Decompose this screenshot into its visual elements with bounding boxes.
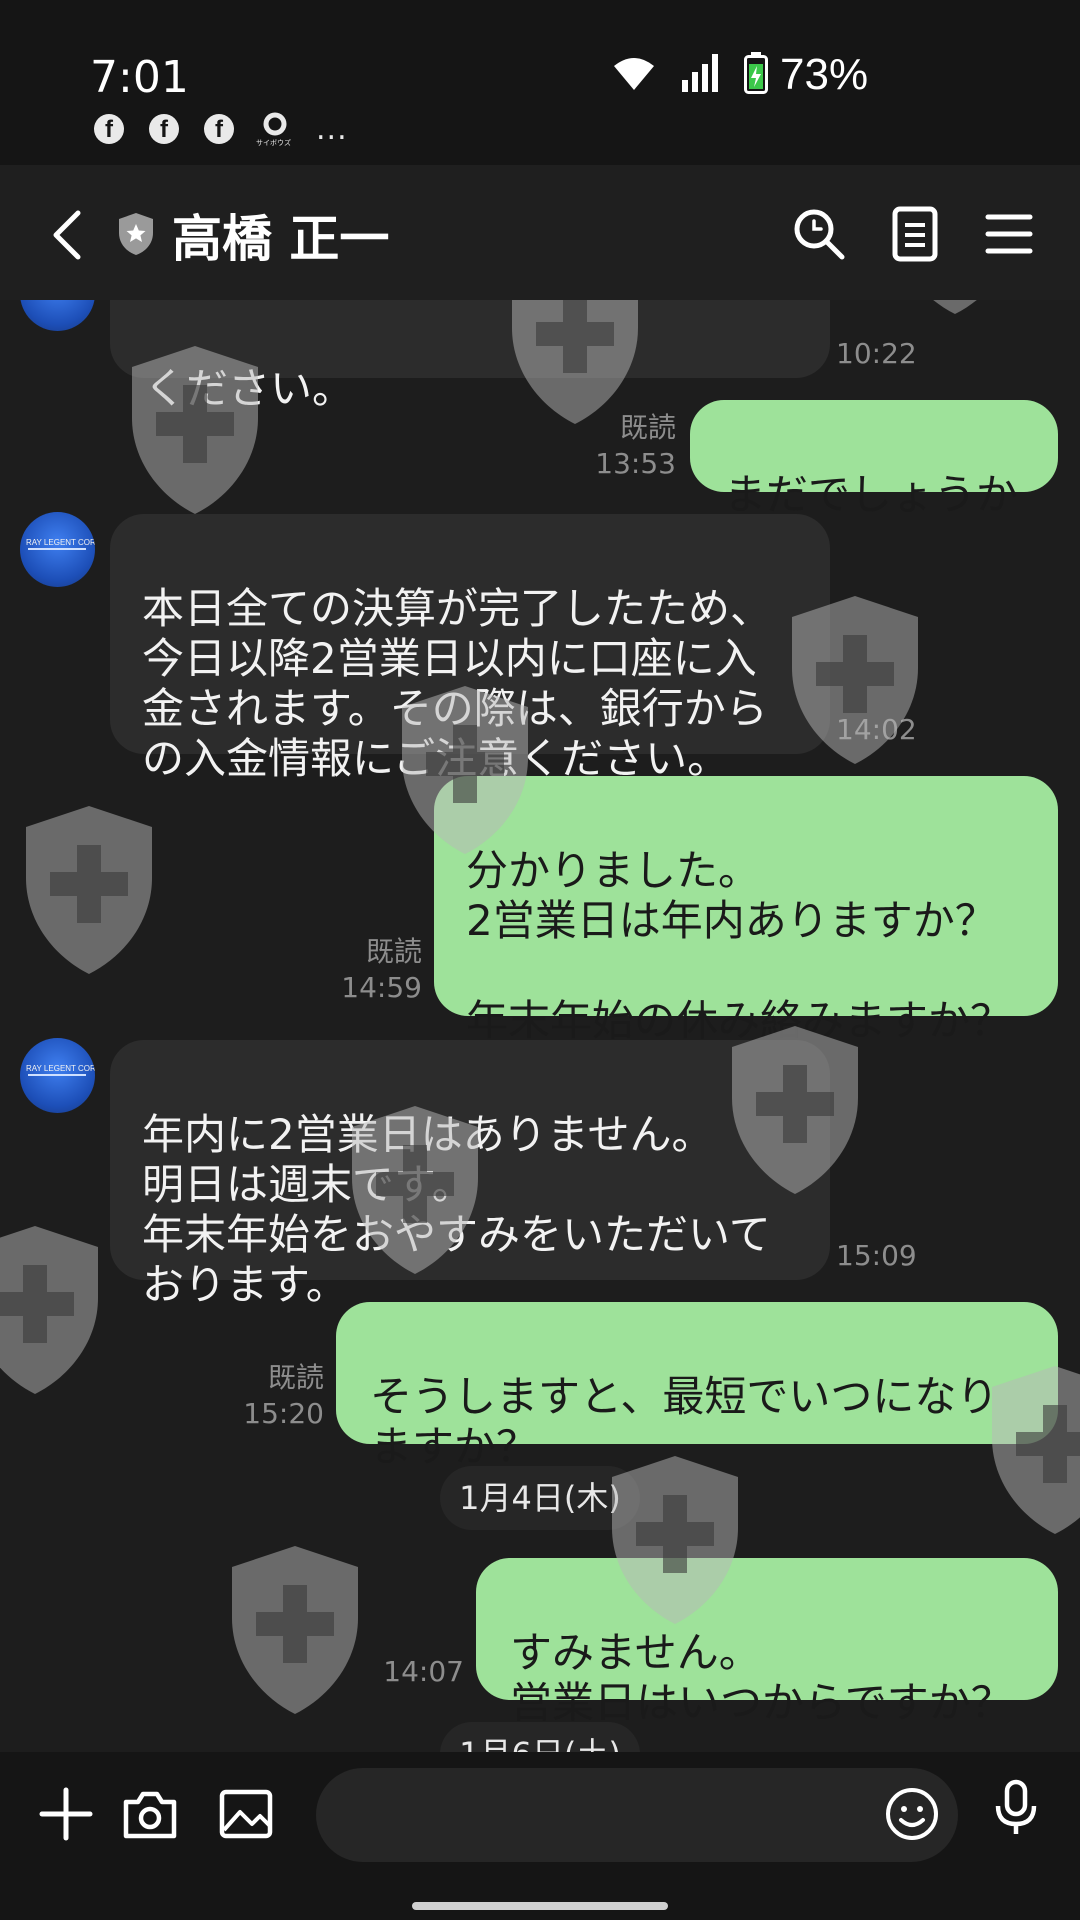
message-meta: 10:22 [836,336,917,372]
avatar[interactable] [20,300,95,331]
message-time: 14:02 [836,713,917,746]
chat-area[interactable]: ください。 10:22 まだでしょうか 既読 13:53 RAY LEGENT … [0,300,1080,1752]
message-meta: 14:07 [360,1654,464,1690]
message-time: 13:53 [595,447,676,480]
outgoing-message-bubble[interactable]: 分かりました。 2営業日は年内ありますか？ 年末年始の休み絡みますか？ [434,776,1058,1045]
status-time: 7:01 [90,52,189,103]
watermark-shield-icon [26,806,152,974]
facebook-icon: f [204,114,234,144]
notification-app-label: サイボウズ [256,139,291,147]
message-time: 15:09 [836,1239,917,1272]
message-input[interactable] [316,1768,958,1862]
outgoing-message-bubble[interactable]: そうしますと、最短でいつになり ますか？ [336,1302,1058,1471]
image-icon[interactable] [216,1784,276,1844]
message-time: 15:20 [243,1397,324,1430]
menu-icon[interactable] [980,205,1038,263]
read-receipt: 既読 [619,411,676,444]
more-notifications: ... [316,112,348,147]
mic-icon[interactable] [986,1778,1046,1838]
message-time: 10:22 [836,337,917,370]
message-meta: 既読 13:53 [560,410,676,482]
message-meta: 15:09 [836,1238,917,1274]
chat-header: 高橋 正一 [0,165,1080,300]
message-text: 本日全ての決算が完了したため、 今日以降2営業日以内に口座に入 金されます。その… [142,584,773,783]
home-indicator[interactable] [412,1902,668,1910]
input-bar [0,1752,1080,1920]
watermark-shield-icon [933,300,977,314]
avatar[interactable]: RAY LEGENT CORP [20,512,95,587]
incoming-message-bubble[interactable]: 年内に2営業日はありません。 明日は週末です。 年末年始をおやすみをいただいて … [110,1040,830,1309]
plus-icon[interactable] [36,1784,96,1844]
search-icon[interactable] [790,205,848,263]
battery-icon [744,52,768,94]
wifi-icon [614,58,654,90]
message-meta: 既読 15:20 [200,1360,324,1432]
read-receipt: 既読 [267,1361,324,1394]
emoji-icon[interactable] [882,1784,942,1844]
message-text: そうしますと、最短でいつになり ますか？ [370,1372,999,1471]
notes-icon[interactable] [886,205,944,263]
back-icon[interactable] [40,205,100,265]
message-text: ください。 [144,364,355,413]
message-text: まだでしょうか [724,470,1019,519]
incoming-message-bubble[interactable]: 本日全ての決算が完了したため、 今日以降2営業日以内に口座に入 金されます。その… [110,514,830,783]
incoming-message-bubble[interactable]: ください。 [110,300,830,413]
cybozu-icon: サイボウズ [256,112,292,152]
message-time: 14:59 [341,971,422,1004]
watermark-shield-icon [232,1546,358,1714]
message-time: 14:07 [383,1655,464,1688]
contact-name[interactable]: 高橋 正一 [172,199,389,271]
watermark-shield-icon [0,1226,98,1394]
avatar-logo-text: RAY LEGENT CORP [26,1064,95,1073]
avatar-logo-text: RAY LEGENT CORP [26,538,95,547]
battery-percent: 73% [780,50,869,99]
facebook-icon: f [94,114,124,144]
message-text: 分かりました。 2営業日は年内ありますか？ 年末年始の休み絡みますか？ [466,846,1013,1045]
message-meta: 14:02 [836,712,917,748]
date-separator: 1月6日(土) [440,1722,640,1752]
camera-icon[interactable] [120,1784,180,1844]
facebook-icon: f [149,114,179,144]
message-text: 年内に2営業日はありません。 明日は週末です。 年末年始をおやすみをいただいて … [142,1110,771,1309]
shield-badge-icon [119,213,153,255]
message-text: すみません。 営業日はいつからですか？ [510,1628,1013,1727]
outgoing-message-bubble[interactable]: まだでしょうか [690,400,1058,519]
date-separator: 1月4日(木) [440,1466,640,1530]
signal-icon [682,54,718,92]
outgoing-message-bubble[interactable]: すみません。 営業日はいつからですか？ [476,1558,1058,1727]
avatar[interactable]: RAY LEGENT CORP [20,1038,95,1113]
status-bar: 7:01 f f f サイボウズ ... 73% [0,0,1080,165]
read-receipt: 既読 [365,935,422,968]
message-meta: 既読 14:59 [300,934,422,1006]
